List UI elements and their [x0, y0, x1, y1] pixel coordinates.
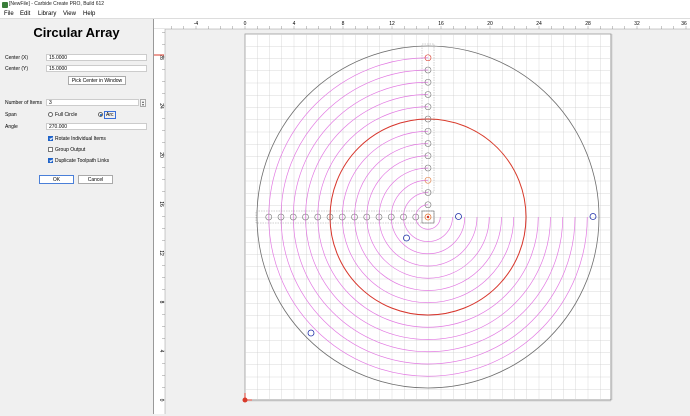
- x-tick-label: 32: [634, 21, 640, 27]
- center-y-input[interactable]: 15.0000: [46, 65, 147, 72]
- app-icon: [2, 2, 8, 8]
- center-x-label: Center (X): [5, 55, 29, 61]
- y-tick-label: 0: [158, 399, 164, 402]
- x-tick-label: 28: [585, 21, 591, 27]
- x-tick-label: 4: [293, 21, 296, 27]
- menu-file[interactable]: File: [4, 10, 14, 18]
- full-circle-label: Full Circle: [55, 112, 78, 118]
- menu-edit[interactable]: Edit: [20, 10, 30, 18]
- center-x-input[interactable]: 15.0000: [46, 54, 147, 61]
- circular-array-panel: Circular Array Center (X) 15.0000 Center…: [0, 19, 154, 414]
- group-output-label: Group Output: [55, 147, 86, 153]
- vertical-ruler: 28 24 20 16 12 8 4 0: [154, 29, 166, 414]
- pick-center-button[interactable]: Pick Center in Window: [68, 76, 126, 85]
- num-items-stepper[interactable]: [140, 99, 146, 107]
- rotate-items-label: Rotate Individual Items: [55, 136, 106, 142]
- y-tick-label: 24: [158, 103, 164, 109]
- angle-input[interactable]: 270.000: [46, 123, 147, 130]
- num-items-label: Number of Items: [5, 100, 42, 106]
- x-tick-label: 24: [536, 21, 542, 27]
- window-title: [NewFile] - Carbide Create PRO, Build 61…: [9, 1, 105, 7]
- menu-library[interactable]: Library: [38, 10, 56, 18]
- arc-label: Arc: [104, 111, 116, 119]
- x-tick-label: 20: [487, 21, 493, 27]
- span-label: Span: [5, 112, 17, 118]
- y-tick-label: 12: [158, 250, 164, 256]
- y-tick-label: 20: [158, 152, 164, 158]
- y-tick-label: 16: [158, 201, 164, 207]
- menu-view[interactable]: View: [63, 10, 76, 18]
- x-tick-label: 0: [244, 21, 247, 27]
- y-tick-label: 8: [158, 301, 164, 304]
- angle-label: Angle: [5, 124, 18, 130]
- panel-heading: Circular Array: [33, 25, 120, 40]
- arc-radio[interactable]: [98, 112, 103, 117]
- x-tick-label: 16: [438, 21, 444, 27]
- center-point: [426, 215, 430, 219]
- center-y-label: Center (Y): [5, 66, 29, 72]
- x-tick-label: -4: [194, 21, 199, 27]
- y-tick-label: 4: [158, 350, 164, 353]
- title-bar: [NewFile] - Carbide Create PRO, Build 61…: [0, 0, 690, 10]
- num-items-input[interactable]: 3: [46, 99, 139, 106]
- group-output-checkbox[interactable]: [48, 147, 53, 152]
- design-canvas[interactable]: -4 0 4 8 12 16 20 24 28 32 36 28 24 20 1…: [154, 19, 690, 414]
- menu-help[interactable]: Help: [83, 10, 95, 18]
- x-tick-label: 36: [681, 21, 687, 27]
- horizontal-ruler: -4 0 4 8 12 16 20 24 28 32 36: [154, 19, 690, 30]
- x-tick-label: 12: [389, 21, 395, 27]
- ok-button[interactable]: OK: [39, 175, 74, 184]
- canvas-drawing[interactable]: -4 0 4 8 12 16 20 24 28 32 36 28 24 20 1…: [154, 19, 690, 414]
- x-tick-label: 8: [342, 21, 345, 27]
- cancel-button[interactable]: Cancel: [78, 175, 113, 184]
- menu-bar: File Edit Library View Help: [0, 10, 690, 19]
- full-circle-radio[interactable]: [48, 112, 53, 117]
- duplicate-links-checkbox[interactable]: [48, 158, 53, 163]
- rotate-items-checkbox[interactable]: [48, 136, 53, 141]
- duplicate-links-label: Duplicate Toolpath Links: [55, 158, 110, 164]
